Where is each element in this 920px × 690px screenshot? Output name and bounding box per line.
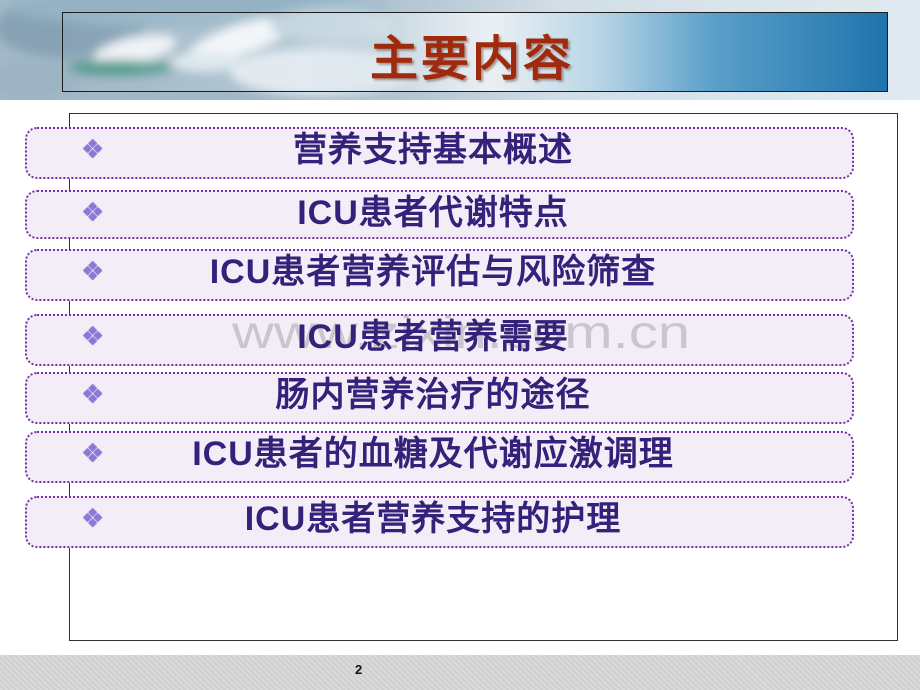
list-item-label: 营养支持基本概述 <box>293 131 573 169</box>
diamond-bullet-icon <box>81 374 104 416</box>
diamond-bullet-icon <box>81 251 104 293</box>
diamond-bullet-icon <box>81 498 104 540</box>
list-item-label: 肠内营养治疗的途径 <box>275 376 591 414</box>
footer-bar: 2 <box>0 655 920 690</box>
header-band: 主要内容 <box>0 0 920 100</box>
list-item: ICU患者的血糖及代谢应激调理 <box>25 431 854 483</box>
diamond-bullet-icon <box>81 129 104 171</box>
diamond-bullet-icon <box>81 192 104 234</box>
slide-title: 主要内容 <box>370 31 575 87</box>
list-item: ICU患者营养需要 <box>25 314 854 366</box>
diamond-bullet-icon <box>81 433 104 475</box>
list-item: ICU患者代谢特点 <box>25 190 854 239</box>
title-frame: 主要内容 <box>62 12 888 92</box>
page-number: 2 <box>355 662 363 677</box>
diamond-bullet-icon <box>81 316 104 358</box>
list-item: ICU患者营养支持的护理 <box>25 496 854 548</box>
list-item-label: ICU患者营养评估与风险筛查 <box>209 253 657 291</box>
list-item: 肠内营养治疗的途径 <box>25 372 854 424</box>
list-item-label: ICU患者营养需要 <box>297 318 569 356</box>
list-item-label: ICU患者营养支持的护理 <box>244 500 622 538</box>
list-item-label: ICU患者的血糖及代谢应激调理 <box>192 435 674 473</box>
list-item: 营养支持基本概述 <box>25 127 854 179</box>
list-item: ICU患者营养评估与风险筛查 <box>25 249 854 301</box>
list-item-label: ICU患者代谢特点 <box>297 194 569 232</box>
